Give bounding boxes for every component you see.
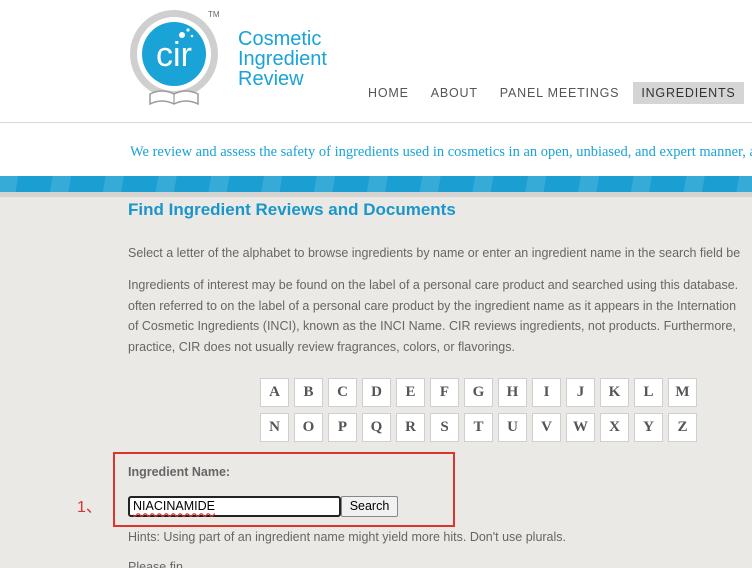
letter-button-c[interactable]: C bbox=[328, 378, 357, 407]
letter-button-z[interactable]: Z bbox=[668, 413, 697, 442]
logo-line: Ingredient bbox=[238, 48, 327, 70]
letter-button-x[interactable]: X bbox=[600, 413, 629, 442]
intro-text: Select a letter of the alphabet to brows… bbox=[128, 246, 741, 260]
letter-button-t[interactable]: T bbox=[464, 413, 493, 442]
ingredient-search-value: NIACINAMIDE bbox=[133, 499, 215, 513]
nav-home[interactable]: HOME bbox=[360, 82, 417, 104]
letter-button-a[interactable]: A bbox=[260, 378, 289, 407]
main-nav: HOME ABOUT PANEL MEETINGS INGREDIENTS C bbox=[360, 82, 752, 104]
logo-line: Cosmetic bbox=[238, 28, 322, 50]
letter-button-q[interactable]: Q bbox=[362, 413, 391, 442]
logo-initials: cir bbox=[156, 36, 192, 74]
letter-button-h[interactable]: H bbox=[498, 378, 527, 407]
annotation-label: 1、 bbox=[77, 499, 102, 516]
cir-logo[interactable]: cir bbox=[128, 8, 224, 108]
ingredient-search-input[interactable]: NIACINAMIDE bbox=[128, 496, 341, 517]
hints-text: Hints: Using part of an ingredient name … bbox=[128, 530, 567, 544]
description-line: practice, CIR does not usually review fr… bbox=[128, 339, 515, 354]
description-line: of Cosmetic Ingredients (INCI), known as… bbox=[128, 319, 736, 333]
band-shadow bbox=[0, 192, 752, 197]
letter-button-d[interactable]: D bbox=[362, 378, 391, 407]
description-text: Ingredients of interest may be found on … bbox=[128, 275, 738, 357]
tagline: We review and assess the safety of ingre… bbox=[130, 144, 752, 160]
logo-wordmark[interactable]: Cosmetic Ingredient Review bbox=[238, 29, 327, 89]
letter-button-e[interactable]: E bbox=[396, 378, 425, 407]
alphabet-row: ABCDEFGHIJKLM bbox=[260, 378, 702, 413]
letter-button-o[interactable]: O bbox=[294, 413, 323, 442]
trademark: TM bbox=[208, 10, 220, 19]
site-header: cir TM Cosmetic Ingredient Review HOME A… bbox=[0, 0, 752, 122]
letter-button-n[interactable]: N bbox=[260, 413, 289, 442]
more-text: Please fin bbox=[128, 560, 183, 568]
search-button[interactable]: Search bbox=[341, 496, 398, 517]
letter-button-u[interactable]: U bbox=[498, 413, 527, 442]
letter-button-m[interactable]: M bbox=[668, 378, 697, 407]
alphabet-row: NOPQRSTUVWXYZ bbox=[260, 413, 702, 448]
letter-button-i[interactable]: I bbox=[532, 378, 561, 407]
alphabet-index: ABCDEFGHIJKLM NOPQRSTUVWXYZ bbox=[260, 378, 702, 448]
letter-button-y[interactable]: Y bbox=[634, 413, 663, 442]
nav-panel-meetings[interactable]: PANEL MEETINGS bbox=[492, 82, 628, 104]
nav-about[interactable]: ABOUT bbox=[423, 82, 486, 104]
letter-button-w[interactable]: W bbox=[566, 413, 595, 442]
letter-button-k[interactable]: K bbox=[600, 378, 629, 407]
nav-ingredients[interactable]: INGREDIENTS bbox=[633, 82, 744, 104]
letter-button-v[interactable]: V bbox=[532, 413, 561, 442]
letter-button-g[interactable]: G bbox=[464, 378, 493, 407]
letter-button-l[interactable]: L bbox=[634, 378, 663, 407]
ingredient-name-label: Ingredient Name: bbox=[128, 465, 231, 479]
letter-button-s[interactable]: S bbox=[430, 413, 459, 442]
letter-button-f[interactable]: F bbox=[430, 378, 459, 407]
letter-button-r[interactable]: R bbox=[396, 413, 425, 442]
letter-button-p[interactable]: P bbox=[328, 413, 357, 442]
description-line: Ingredients of interest may be found on … bbox=[128, 278, 739, 292]
logo-line: Review bbox=[238, 68, 304, 90]
letter-button-b[interactable]: B bbox=[294, 378, 323, 407]
decorative-blue-band bbox=[0, 176, 752, 192]
page-title: Find Ingredient Reviews and Documents bbox=[128, 200, 456, 219]
letter-button-j[interactable]: J bbox=[566, 378, 595, 407]
description-line: often referred to on the label of a pers… bbox=[128, 298, 737, 313]
